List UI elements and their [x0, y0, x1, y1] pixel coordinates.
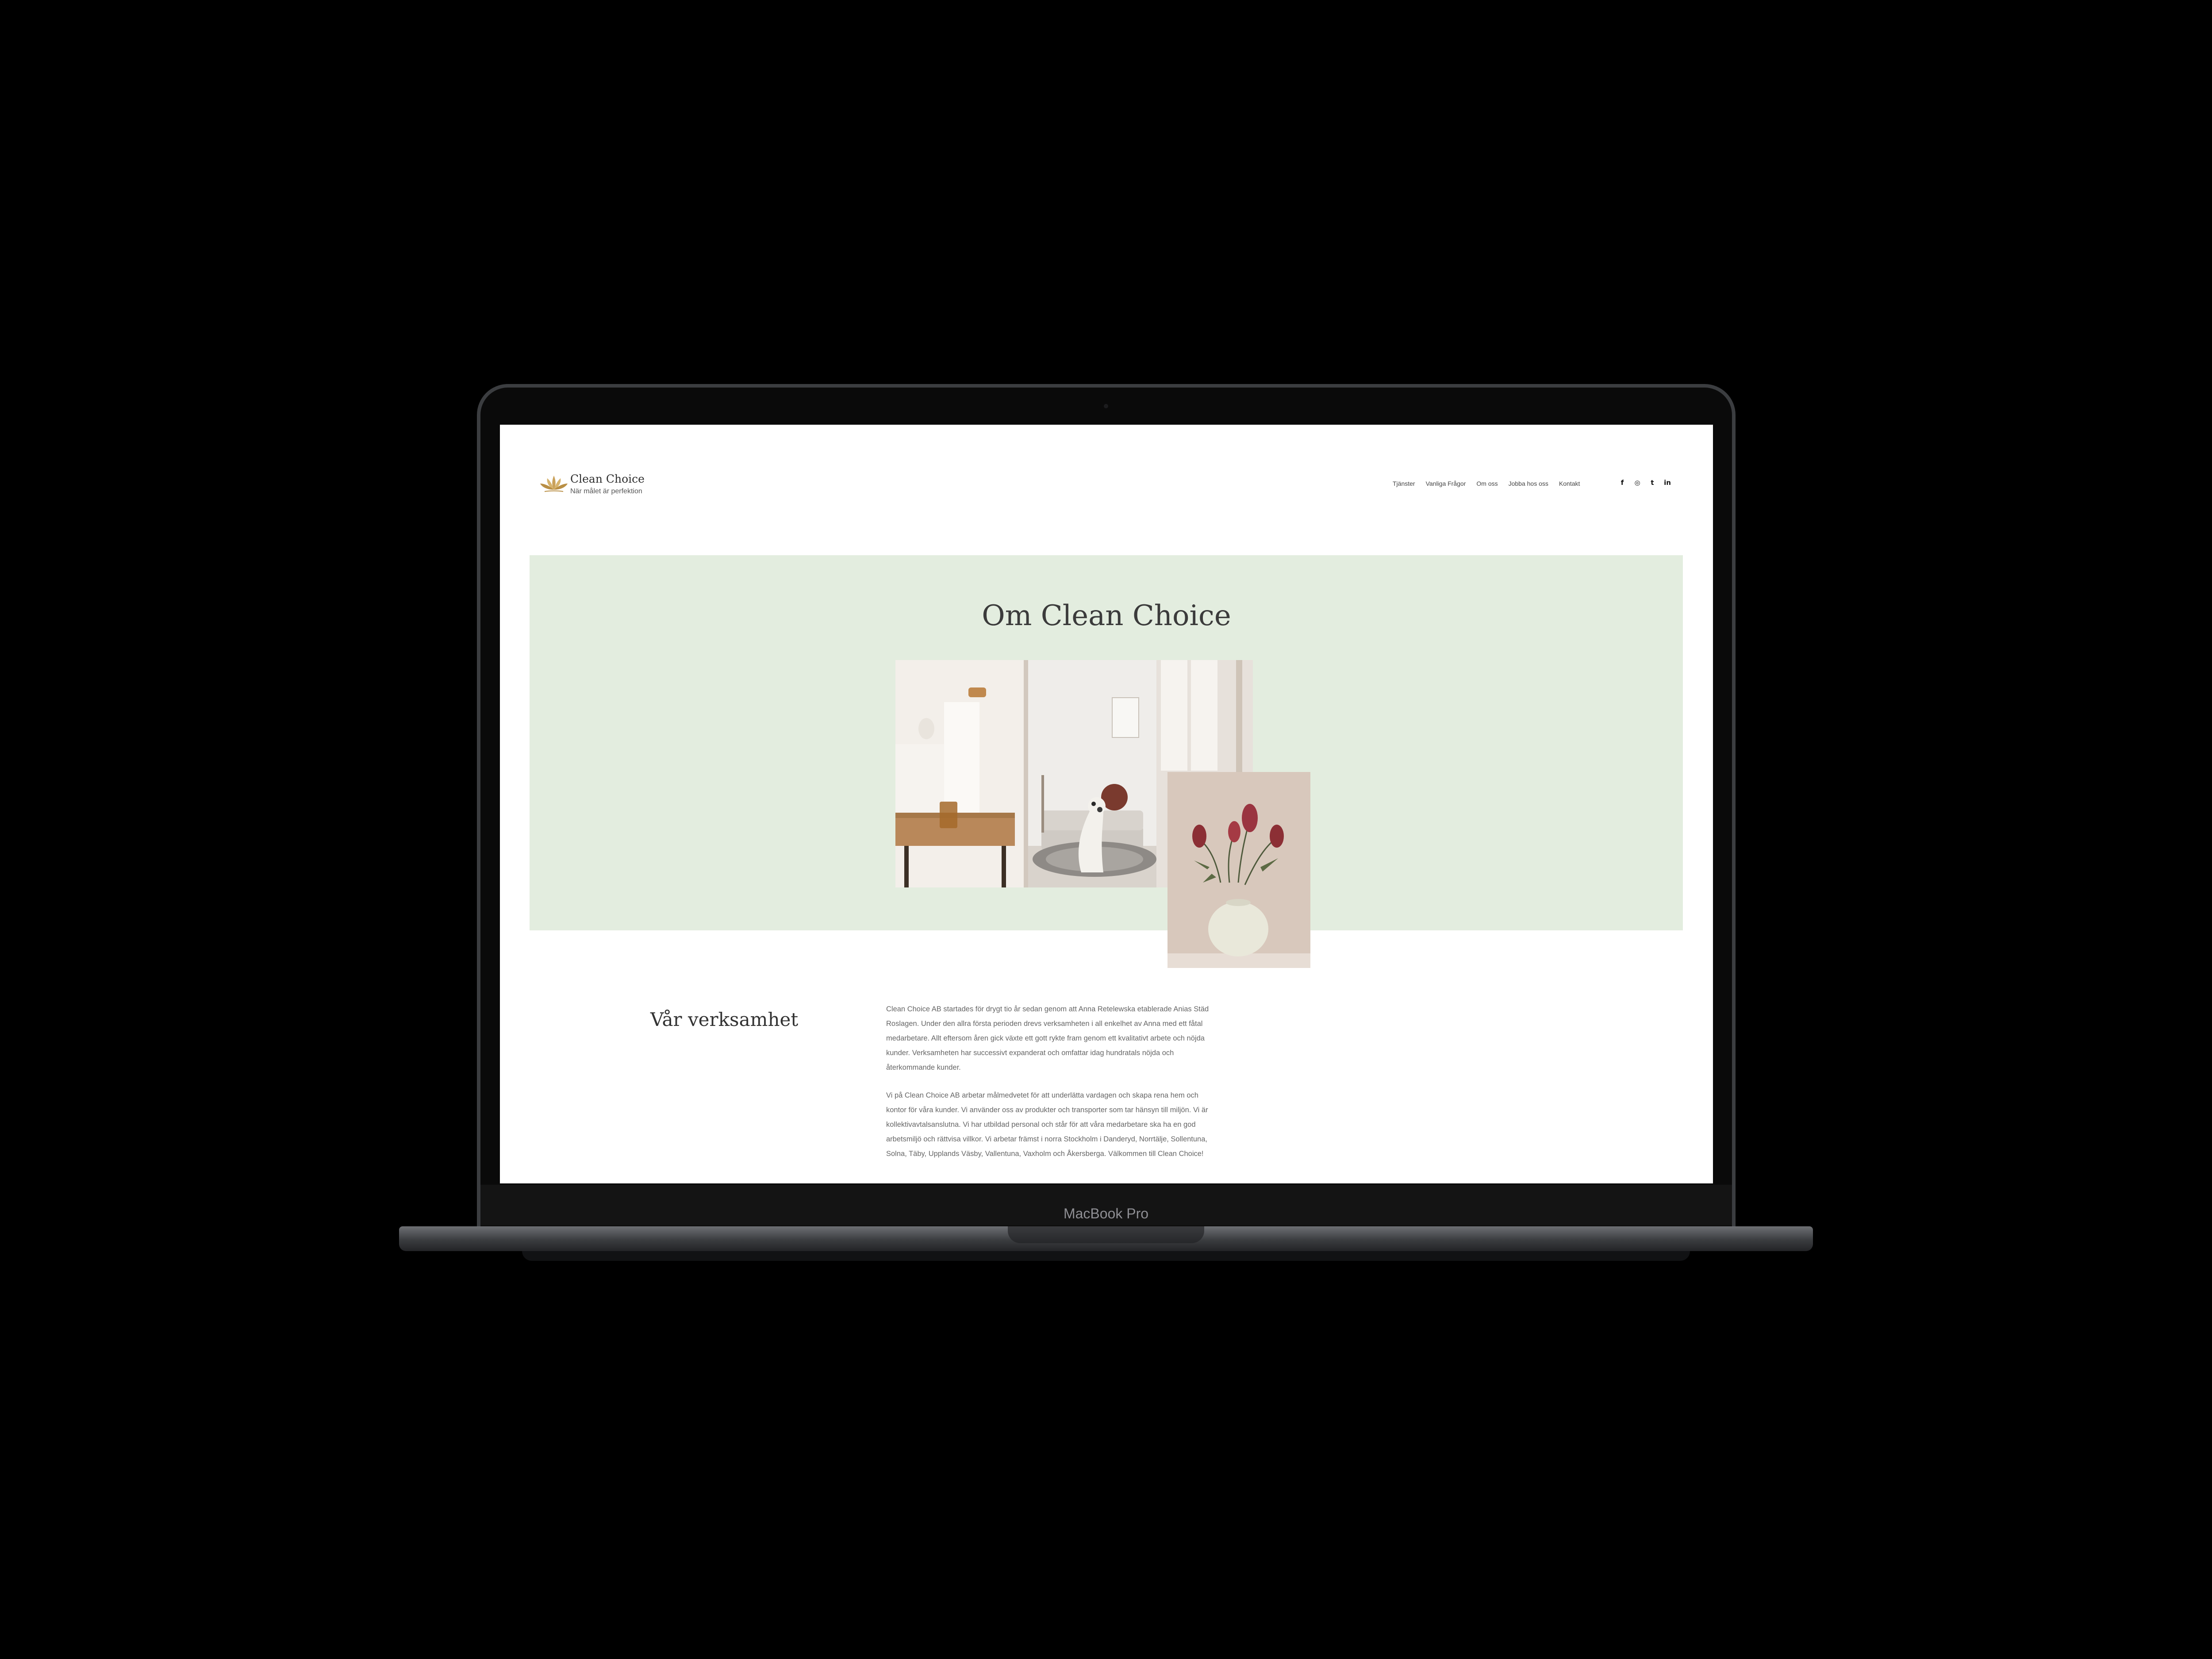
nav-link-kontakt[interactable]: Kontakt: [1559, 480, 1580, 487]
section-body: Clean Choice AB startades för drygt tio …: [886, 1002, 1214, 1175]
nav-link-om-oss[interactable]: Om oss: [1476, 480, 1498, 487]
device-brand-label: MacBook Pro: [1063, 1206, 1149, 1221]
paragraph: Vi på Clean Choice AB arbetar målmedvete…: [886, 1091, 1208, 1158]
main-nav: Tjänster Vanliga Frågor Om oss Jobba hos…: [1393, 480, 1580, 487]
facebook-icon[interactable]: f: [1618, 479, 1626, 487]
lotus-logo-icon[interactable]: [538, 471, 569, 495]
section-title: Vår verksamhet: [650, 1009, 799, 1030]
laptop-hinge-notch: [1008, 1226, 1204, 1243]
nav-link-tjanster[interactable]: Tjänster: [1393, 480, 1415, 487]
nav-link-vanliga-fragor[interactable]: Vanliga Frågor: [1426, 480, 1466, 487]
paragraph: Clean Choice AB startades för drygt tio …: [886, 1005, 1209, 1071]
site-title[interactable]: Clean Choice: [570, 472, 645, 485]
webcam: [1104, 404, 1108, 408]
twitter-icon[interactable]: t: [1648, 479, 1656, 487]
browser-viewport: Clean Choice När målet är perfektion Tjä…: [500, 425, 1713, 1183]
hero-title: Om Clean Choice: [982, 599, 1231, 632]
linkedin-icon[interactable]: in: [1663, 479, 1671, 487]
social-links: f ◎ t in: [1618, 479, 1671, 487]
nav-link-jobba-hos-oss[interactable]: Jobba hos oss: [1509, 480, 1548, 487]
site-tagline: När målet är perfektion: [570, 488, 642, 495]
instagram-icon[interactable]: ◎: [1633, 479, 1641, 487]
flower-vase-photo: [1167, 772, 1310, 968]
laptop-foot: [522, 1251, 1690, 1261]
